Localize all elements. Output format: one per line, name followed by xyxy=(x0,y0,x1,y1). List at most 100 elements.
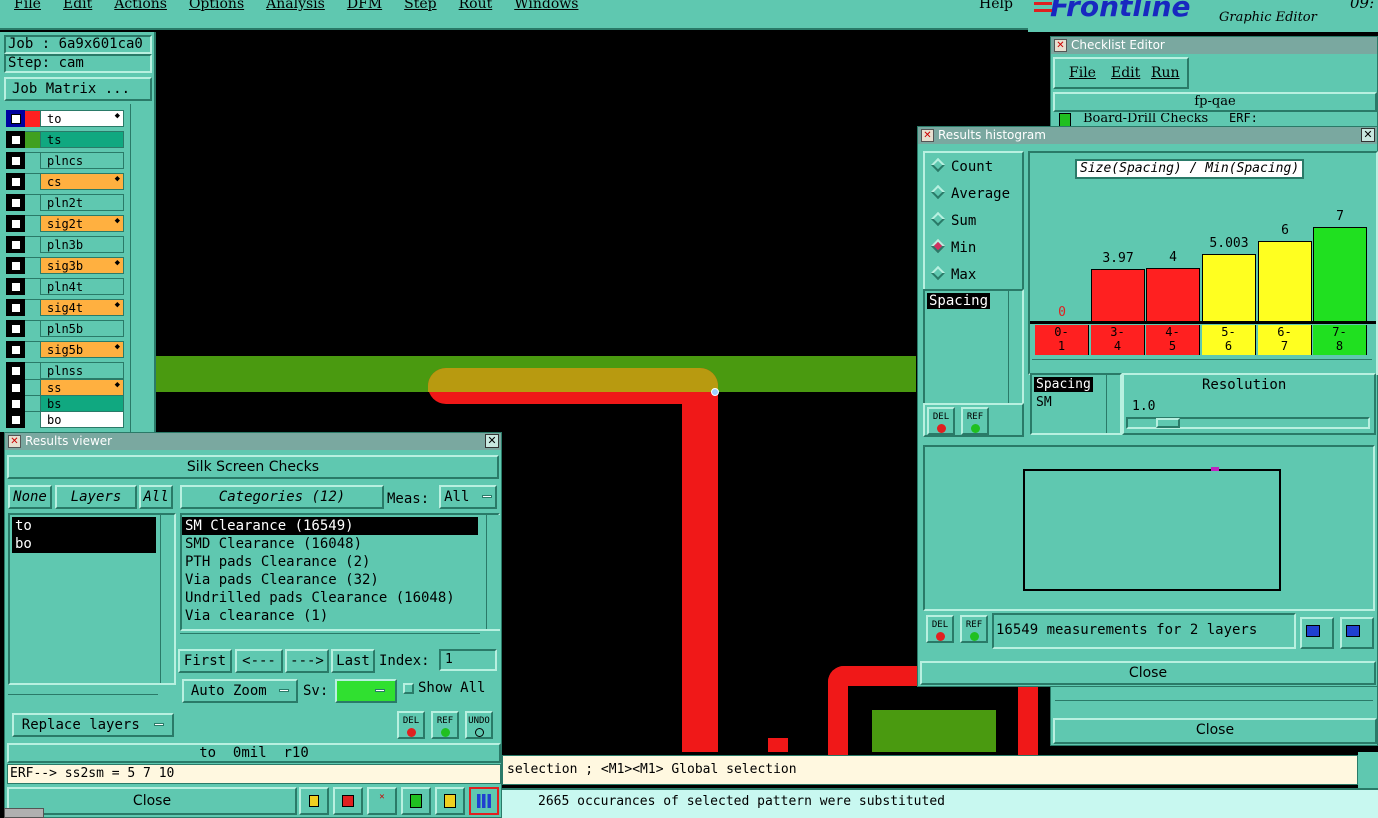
del-button[interactable]: DEL xyxy=(397,711,425,739)
resolution-slider-thumb[interactable] xyxy=(1156,418,1180,428)
none-button[interactable]: None xyxy=(8,485,52,509)
layer-color-swatch[interactable] xyxy=(25,411,40,428)
mode-radio-max[interactable]: Max xyxy=(930,265,976,283)
menu-options[interactable]: Options xyxy=(189,0,244,12)
categories-hscrollbar[interactable] xyxy=(180,633,480,645)
sv-color-select[interactable] xyxy=(335,679,397,703)
histogram-bar[interactable] xyxy=(1313,227,1367,323)
menu-dfm[interactable]: DFM xyxy=(347,0,382,12)
layer-checkbox[interactable] xyxy=(6,320,25,337)
chart-hscrollbar[interactable] xyxy=(1032,359,1372,371)
menu-edit[interactable]: Edit xyxy=(63,0,92,12)
layer-row-ss[interactable]: ss ◆ xyxy=(6,379,124,396)
meas-select[interactable]: All xyxy=(439,485,497,509)
layer-name[interactable]: pln3b xyxy=(40,236,124,253)
layer-row-pln2t[interactable]: pln2t xyxy=(6,194,124,211)
layer-color-swatch[interactable] xyxy=(25,362,40,379)
layer-color-swatch[interactable] xyxy=(25,257,40,274)
layer-row-sig5b[interactable]: sig5b ◆ xyxy=(6,341,124,358)
show-all-checkbox[interactable] xyxy=(403,683,414,694)
menu-analysis[interactable]: Analysis xyxy=(266,0,325,12)
layer-name[interactable]: pln2t xyxy=(40,194,124,211)
measure-list[interactable]: Spacing xyxy=(923,289,1024,405)
layer-color-swatch[interactable] xyxy=(25,379,40,396)
layer-checkbox[interactable] xyxy=(6,152,25,169)
layer-scrollbar[interactable] xyxy=(130,104,144,432)
mode-radio-sum[interactable]: Sum xyxy=(930,211,976,229)
checklist-editor-titlebar[interactable]: ✕ Checklist Editor xyxy=(1051,37,1377,54)
layer-name[interactable]: plncs xyxy=(40,152,124,169)
layer-color-swatch[interactable] xyxy=(25,320,40,337)
layer-checkbox[interactable] xyxy=(6,299,25,316)
layer-measure-scrollbar[interactable] xyxy=(1106,375,1120,433)
histogram-bar[interactable] xyxy=(1091,269,1145,323)
layer-row-sig3b[interactable]: sig3b ◆ xyxy=(6,257,124,274)
layer-name[interactable]: sig4t xyxy=(40,299,124,316)
menu-file[interactable]: File xyxy=(14,0,41,12)
layer-row-ts[interactable]: ts xyxy=(6,131,124,148)
category-item[interactable]: Via clearance (1) xyxy=(182,607,478,625)
checklist-row[interactable]: Board-Drill Checks ERF: xyxy=(1053,113,1377,127)
window-menu-icon[interactable]: ✕ xyxy=(921,129,934,142)
layer-measure-list[interactable]: Spacing SM xyxy=(1030,373,1122,435)
layer-color-swatch[interactable] xyxy=(25,152,40,169)
layer-row-bo[interactable]: bo xyxy=(6,411,124,428)
layer-name[interactable]: bo xyxy=(40,411,124,428)
layer-row-to[interactable]: to ◆ xyxy=(6,110,124,127)
ref-button[interactable]: REF xyxy=(961,407,989,435)
category-item[interactable]: SMD Clearance (16048) xyxy=(182,535,478,553)
layer-name[interactable]: pln5b xyxy=(40,320,124,337)
layer-row-cs[interactable]: cs ◆ xyxy=(6,173,124,190)
layers-button[interactable]: Layers xyxy=(55,485,137,509)
layer-checkbox[interactable] xyxy=(6,257,25,274)
histogram-bar[interactable] xyxy=(1202,254,1256,323)
flag-icon[interactable] xyxy=(299,787,329,815)
layer-checkbox[interactable] xyxy=(6,362,25,379)
categories-vscrollbar[interactable] xyxy=(486,515,500,629)
layer-name[interactable]: cs xyxy=(40,173,124,190)
layer-measure-item-1[interactable]: SM xyxy=(1036,395,1052,410)
category-item[interactable]: PTH pads Clearance (2) xyxy=(182,553,478,571)
histogram-icon[interactable] xyxy=(469,787,499,815)
result-layer-item[interactable]: bo xyxy=(12,535,156,553)
all-layers-button[interactable]: All xyxy=(139,485,173,509)
close-icon[interactable]: ✕ xyxy=(485,434,499,448)
window-menu-icon[interactable]: ✕ xyxy=(8,435,21,448)
categories-list[interactable]: SM Clearance (16549) SMD Clearance (16048… xyxy=(180,513,500,631)
last-button[interactable]: Last xyxy=(331,649,375,673)
category-item[interactable]: Undrilled pads Clearance (16048) xyxy=(182,589,478,607)
ref-button[interactable]: REF xyxy=(960,615,988,643)
layer-name[interactable]: to xyxy=(40,110,124,127)
next-button[interactable]: ---> xyxy=(285,649,329,673)
layer-name[interactable]: sig2t xyxy=(40,215,124,232)
checklist-close-button[interactable]: Close xyxy=(1053,718,1377,744)
layer-results-vscrollbar[interactable] xyxy=(160,515,174,683)
del-button[interactable]: DEL xyxy=(927,407,955,435)
index-input[interactable]: 1 xyxy=(439,649,497,671)
histogram-close-button[interactable]: Close xyxy=(920,661,1376,685)
export-chart-icon[interactable] xyxy=(1300,617,1334,649)
layer-row-pln4t[interactable]: pln4t xyxy=(6,278,124,295)
layer-row-plnss[interactable]: plnss xyxy=(6,362,124,379)
layer-color-swatch[interactable] xyxy=(25,278,40,295)
notes-icon[interactable] xyxy=(435,787,465,815)
layer-color-swatch[interactable] xyxy=(25,341,40,358)
delete-result-icon[interactable] xyxy=(333,787,363,815)
first-button[interactable]: First xyxy=(178,649,232,673)
layer-name[interactable]: pln4t xyxy=(40,278,124,295)
import-chart-icon[interactable] xyxy=(1340,617,1374,649)
layer-checkbox[interactable] xyxy=(6,236,25,253)
menu-rout[interactable]: Rout xyxy=(459,0,493,12)
layer-name[interactable]: sig3b xyxy=(40,257,124,274)
category-item[interactable]: Via pads Clearance (32) xyxy=(182,571,478,589)
layer-checkbox[interactable] xyxy=(6,379,25,396)
menu-step[interactable]: Step xyxy=(404,0,436,12)
result-layer-item[interactable]: to xyxy=(12,517,156,535)
layer-measure-item-0[interactable]: Spacing xyxy=(1034,377,1093,392)
layer-checkbox[interactable] xyxy=(6,341,25,358)
prev-button[interactable]: <--- xyxy=(235,649,283,673)
histogram-bar[interactable] xyxy=(1146,268,1200,323)
category-item[interactable]: SM Clearance (16549) xyxy=(182,517,478,535)
layer-results-hscrollbar[interactable] xyxy=(8,694,158,706)
layer-name[interactable]: plnss xyxy=(40,362,124,379)
